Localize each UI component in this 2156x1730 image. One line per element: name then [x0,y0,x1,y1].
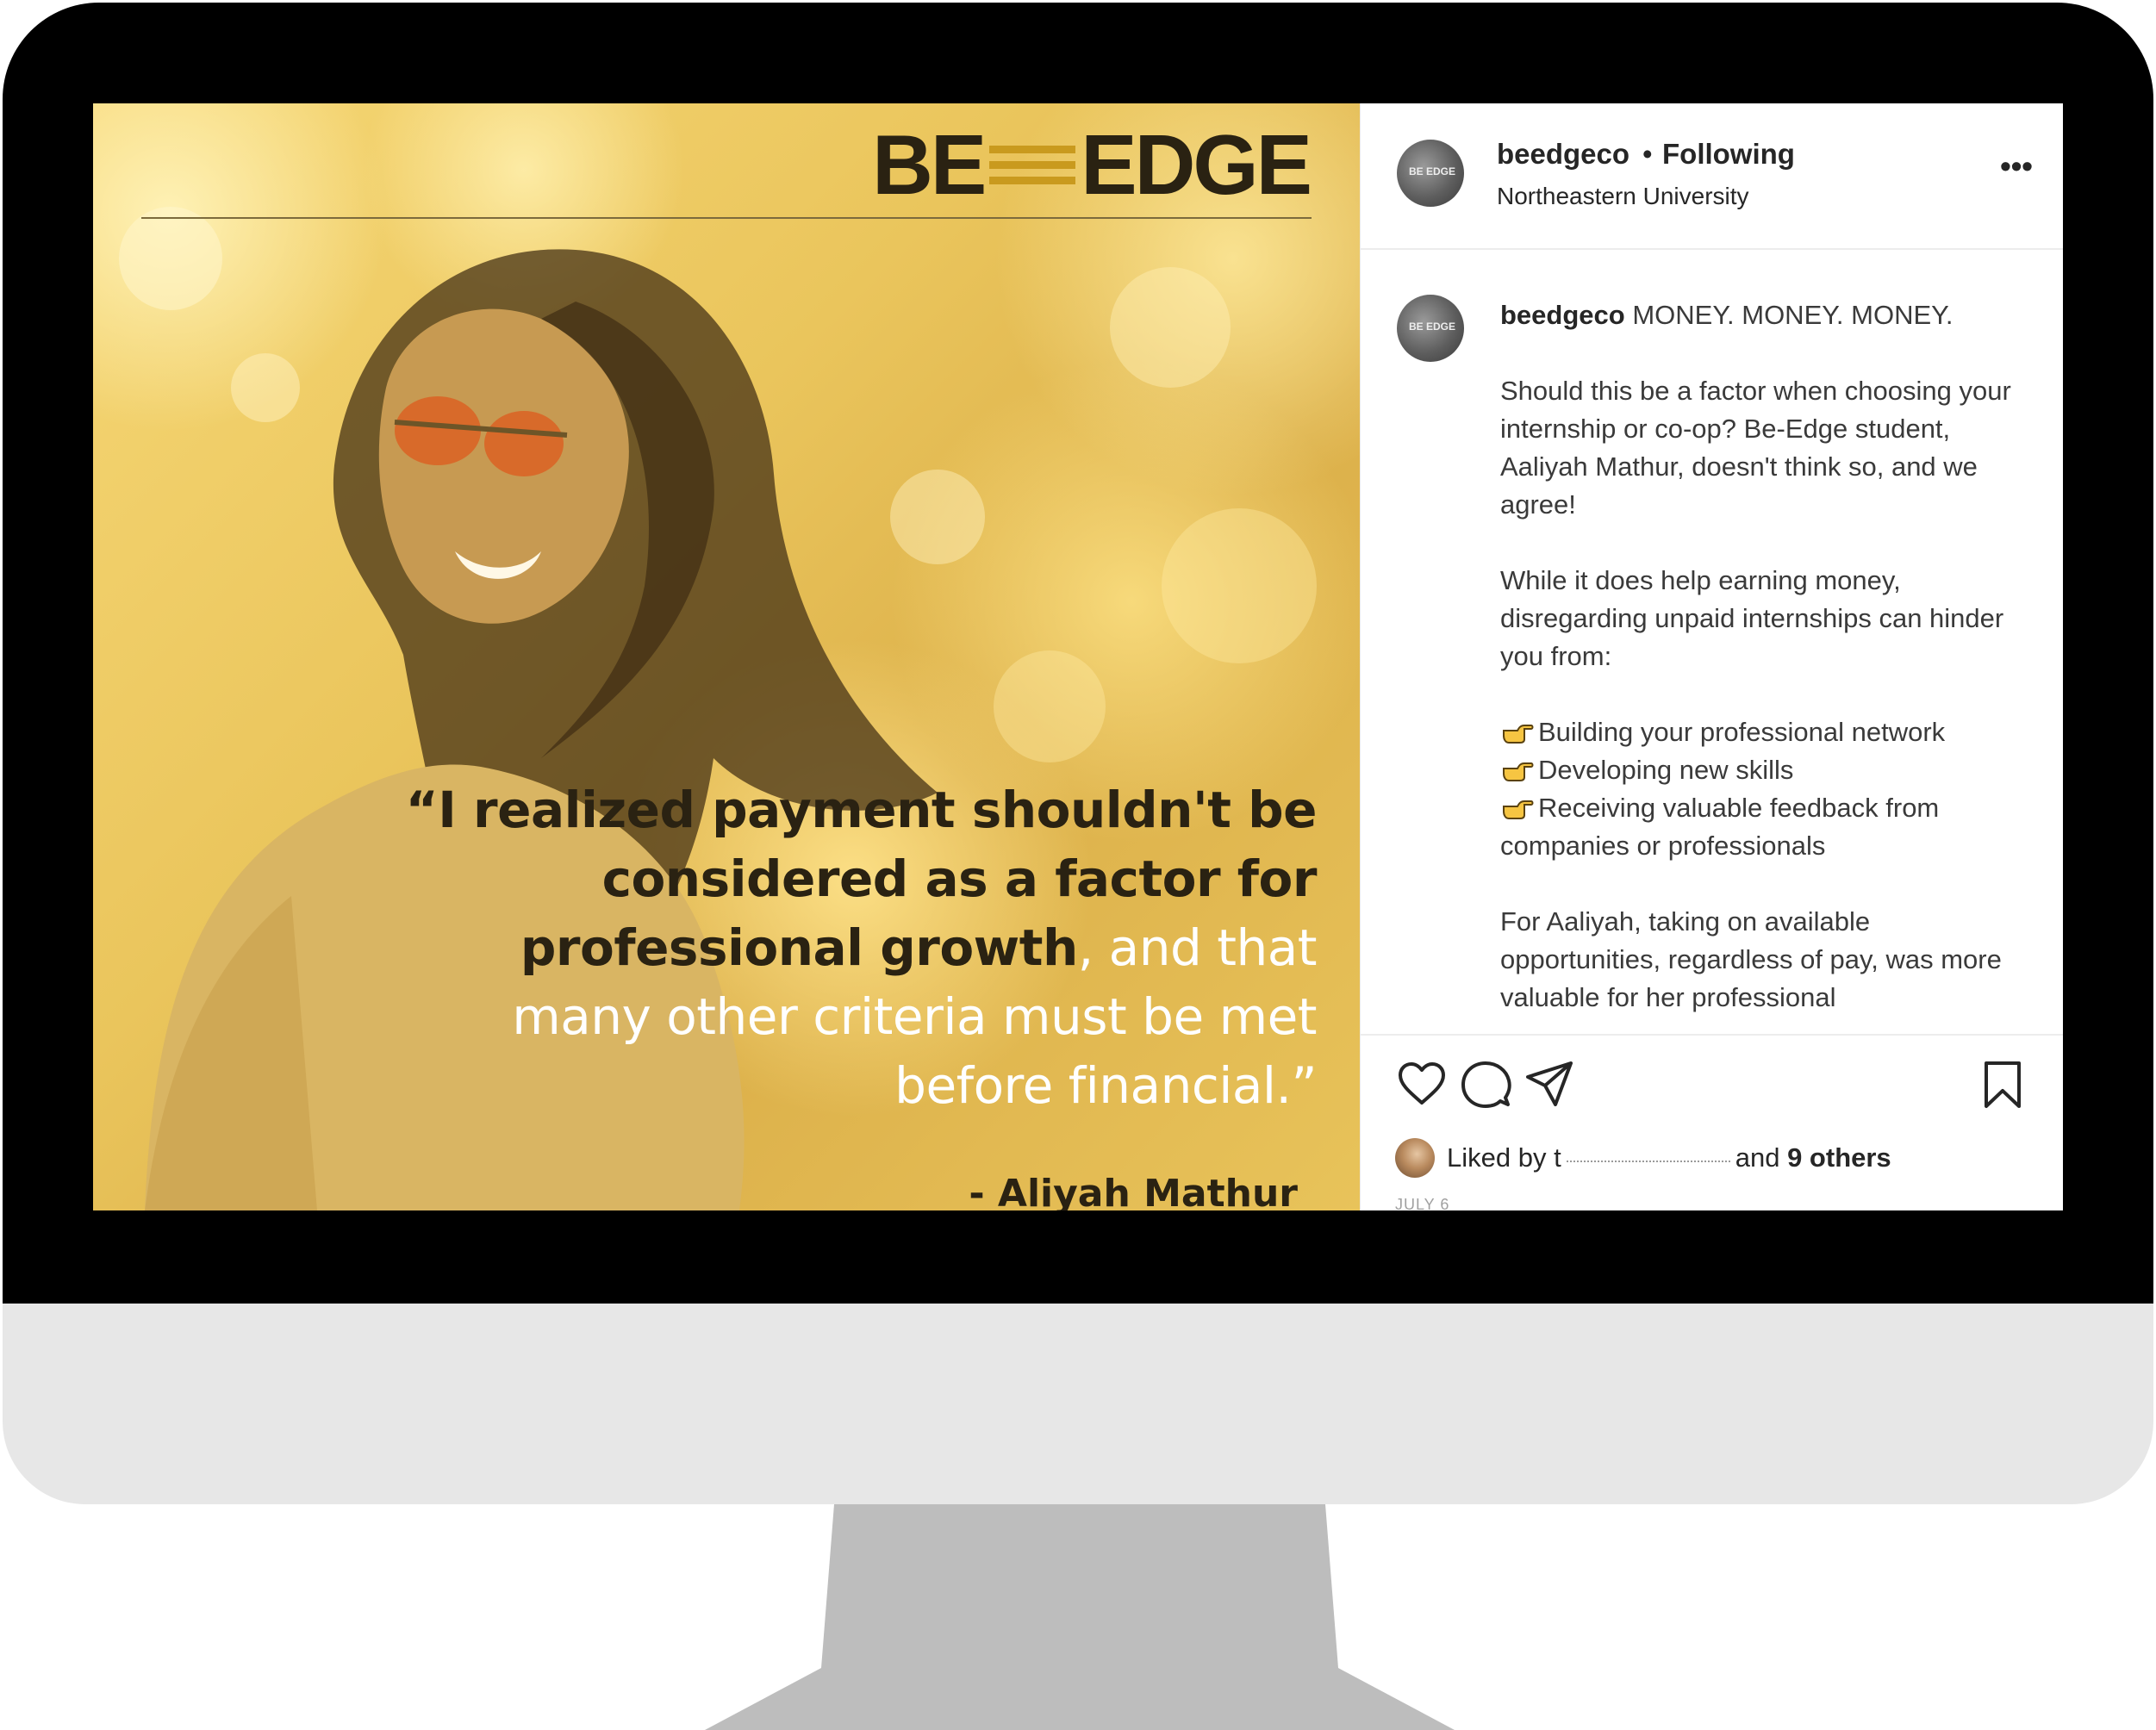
others-count-link[interactable]: 9 others [1787,1142,1891,1173]
caption-bullet-list: Building your professional network Devel… [1500,713,2034,865]
monitor-stand [705,1504,1455,1730]
pointing-hand-icon [1503,725,1534,744]
caption-avatar[interactable]: BE EDGE [1397,295,1464,362]
pointing-hand-icon [1503,800,1534,819]
caption-bullet: Receiving valuable feedback from compani… [1500,789,2034,865]
post-date[interactable]: JULY 6 [1395,1196,1449,1210]
following-button[interactable]: Following [1662,138,1795,171]
monitor-screen: BE EDGE “I realized payment shouldn't be… [93,103,2063,1210]
caption-paragraph-3: For Aaliyah, taking on available opportu… [1500,906,2002,1012]
post-side-panel: BE EDGE beedgeco • Following Northeaster… [1360,103,2063,1210]
more-options-button[interactable]: ••• [1995,151,2038,182]
caption-username[interactable]: beedgeco [1500,300,1625,330]
caption-bullet: Developing new skills [1500,751,2034,789]
logo-bars [989,145,1076,184]
post-caption: beedgeco MONEY. MONEY. MONEY. Should thi… [1500,296,2034,1115]
liked-by-suffix: and [1735,1142,1780,1173]
caption-paragraph-1: Should this be a factor when choosing yo… [1500,376,2011,520]
caption-paragraph-2: While it does help earning money, disreg… [1500,565,2004,671]
logo-divider [141,217,1312,219]
post-actions: Liked by t and 9 others JULY 6 [1361,1034,2063,1210]
logo-right-text: EDGE [1081,117,1312,212]
account-avatar[interactable]: BE EDGE [1397,140,1464,207]
header-username[interactable]: beedgeco [1497,138,1629,171]
pointing-hand-icon [1503,762,1534,781]
liker-name[interactable]: t [1554,1142,1561,1173]
liked-by-row: Liked by t and 9 others [1395,1137,1891,1179]
avatar-label: BE EDGE [1409,165,1456,177]
be-edge-logo: BE EDGE [872,117,1312,212]
comment-icon[interactable] [1459,1058,1512,1111]
share-icon[interactable] [1523,1058,1576,1111]
bullet-text: Receiving valuable feedback from compani… [1500,793,1940,861]
caption-bullet: Building your professional network [1500,713,2034,751]
liker-avatar[interactable] [1395,1138,1435,1178]
post-location[interactable]: Northeastern University [1497,183,1749,210]
bullet-text: Developing new skills [1538,755,1794,785]
liked-by-prefix: Liked by [1447,1142,1547,1173]
bullet-text: Building your professional network [1538,717,1946,747]
post-quote: “I realized payment shouldn't be conside… [369,775,1318,1120]
redacted-name [1566,1145,1730,1171]
logo-left-text: BE [872,117,987,212]
bookmark-icon[interactable] [1976,1058,2029,1111]
quote-attribution: - Aliyah Mathur [969,1172,1298,1210]
heart-icon[interactable] [1395,1058,1449,1111]
post-image[interactable]: BE EDGE “I realized payment shouldn't be… [93,103,1360,1210]
post-header: BE EDGE beedgeco • Following Northeaster… [1361,103,2063,250]
header-separator: • [1642,138,1653,170]
monitor-chin [3,1304,2153,1504]
caption-headline: MONEY. MONEY. MONEY. [1632,300,1953,330]
caption-avatar-label: BE EDGE [1409,320,1456,333]
